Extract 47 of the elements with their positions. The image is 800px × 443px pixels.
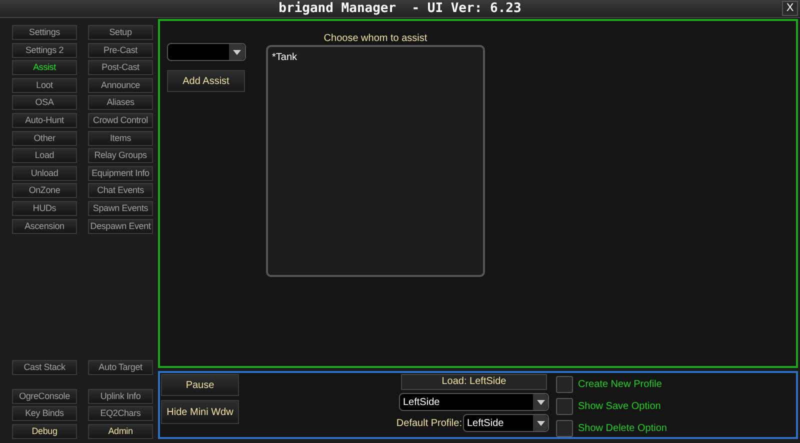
list-caption: Choose whom to assist <box>322 33 428 45</box>
sidebar-button[interactable]: Items <box>88 130 153 146</box>
sidebar-button[interactable]: Settings <box>12 25 77 40</box>
option-label: Create New Profile <box>578 378 662 392</box>
sidebar-button[interactable]: Assist <box>12 60 77 76</box>
load-profile-button[interactable]: Load: LeftSide <box>401 374 547 390</box>
sidebar-button[interactable]: Admin <box>88 424 153 439</box>
sidebar-button[interactable]: Debug <box>12 424 77 439</box>
sidebar-button[interactable]: Post-Cast <box>88 60 153 76</box>
default-profile-dropdown[interactable]: LeftSide <box>463 414 549 432</box>
sidebar-button[interactable]: EQ2Chars <box>88 406 153 422</box>
sidebar-button[interactable]: Other <box>12 130 77 146</box>
sidebar-button[interactable]: Loot <box>12 78 77 93</box>
pause-button[interactable]: Pause <box>161 374 239 396</box>
sidebar-button[interactable]: Auto-Hunt <box>12 112 77 128</box>
default-profile-label: Default Profile: <box>396 416 462 430</box>
sidebar-button[interactable]: Load <box>12 148 77 164</box>
assist-list[interactable]: *Tank <box>266 45 485 277</box>
sidebar-button[interactable]: HUDs <box>12 200 77 216</box>
sidebar-button[interactable]: Pre-Cast <box>88 42 153 58</box>
sidebar-button[interactable]: Unload <box>12 166 77 181</box>
option-label: Show Delete Option <box>578 422 667 436</box>
sidebar-button[interactable]: Chat Events <box>88 183 153 198</box>
sidebar-button[interactable]: OgreConsole <box>12 388 77 404</box>
sidebar-button[interactable]: Despawn Event <box>88 218 153 234</box>
option-label: Show Save Option <box>578 400 661 414</box>
sidebar-button[interactable]: Crowd Control <box>88 112 153 128</box>
sidebar-button[interactable]: Ascension <box>12 218 77 234</box>
sidebar-button[interactable]: Cast Stack <box>12 360 77 375</box>
sidebar-button[interactable]: Key Binds <box>12 406 77 422</box>
close-button[interactable]: X <box>782 1 798 16</box>
sidebar-button[interactable]: Announce <box>88 78 153 93</box>
sidebar-button[interactable]: OSA <box>12 95 77 110</box>
sidebar-button[interactable]: Relay Groups <box>88 148 153 164</box>
hide-mini-window-button[interactable]: Hide Mini Wdw <box>161 400 239 424</box>
sidebar-button[interactable]: OnZone <box>12 183 77 198</box>
sidebar-button[interactable]: Setup <box>88 25 153 40</box>
sidebar-button[interactable]: Equipment Info <box>88 166 153 181</box>
add-assist-button[interactable]: Add Assist <box>167 70 245 92</box>
window-title: brigand Manager - UI Ver: 6.23 <box>278 0 522 18</box>
sidebar-button[interactable]: Settings 2 <box>12 42 77 58</box>
sidebar-button[interactable]: Uplink Info <box>88 388 153 404</box>
sidebar-button[interactable]: Aliases <box>88 95 153 110</box>
profile-dropdown[interactable]: LeftSide <box>399 393 549 411</box>
list-item[interactable]: *Tank <box>272 51 479 64</box>
sidebar-button[interactable]: Spawn Events <box>88 200 153 216</box>
sidebar-button[interactable]: Auto Target <box>88 360 153 375</box>
